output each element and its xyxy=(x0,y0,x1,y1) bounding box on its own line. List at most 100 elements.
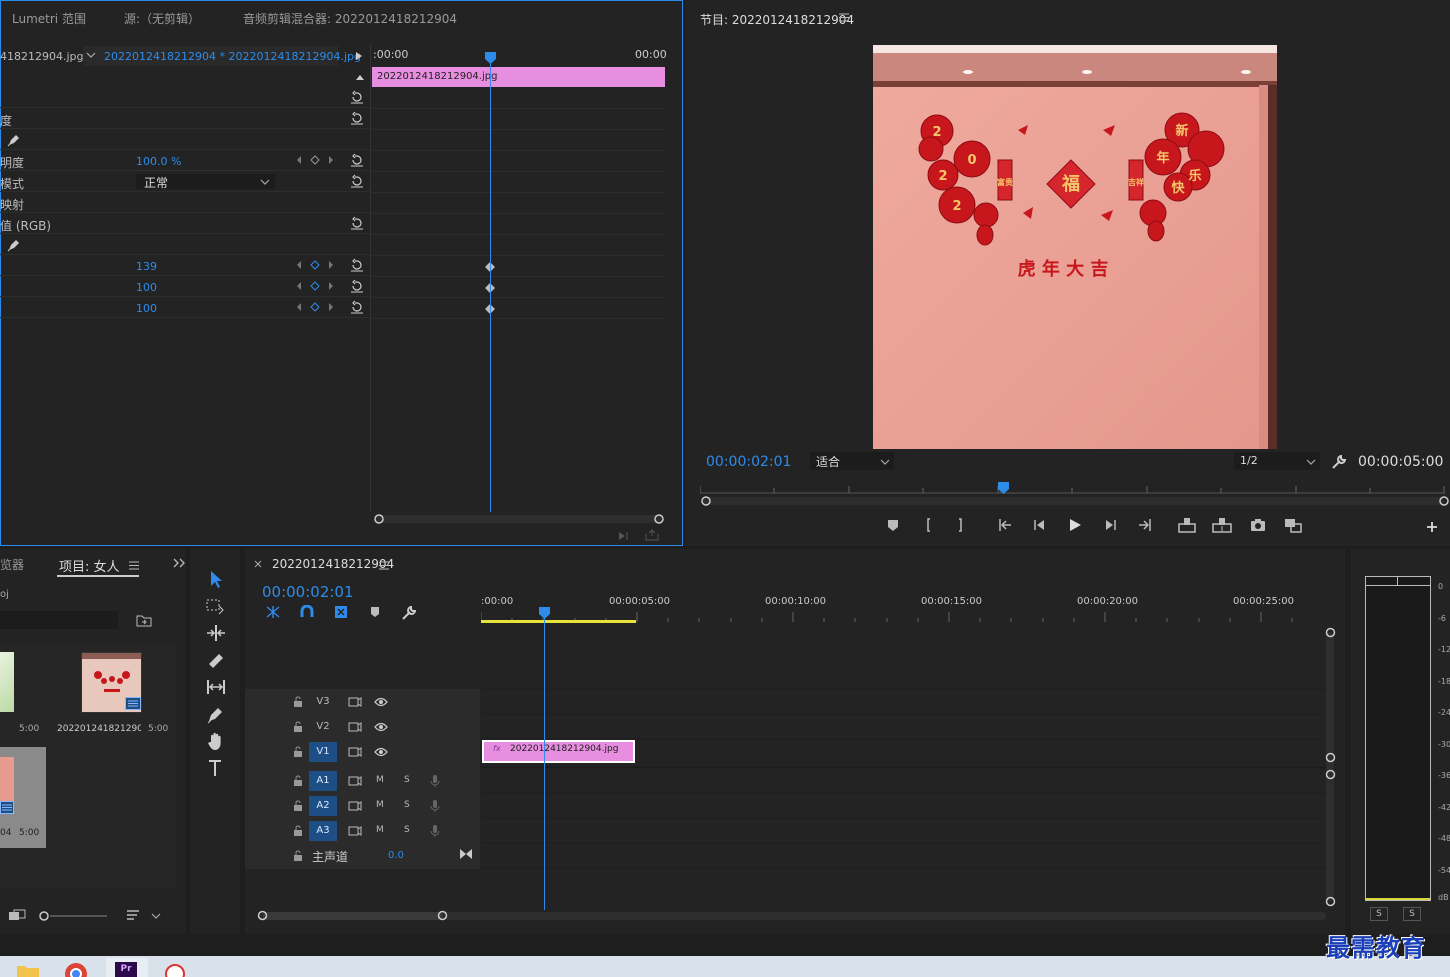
pen-icon[interactable] xyxy=(6,132,22,148)
reset-icon[interactable] xyxy=(350,153,364,167)
mute-button[interactable]: M xyxy=(376,775,384,785)
scroll-handle-icon[interactable] xyxy=(654,514,664,524)
resolution-dropdown[interactable]: 1/2 xyxy=(1234,452,1320,470)
wrench-icon[interactable] xyxy=(401,605,417,621)
zoom-slider-handle-icon[interactable] xyxy=(38,910,50,922)
keyframe-nav-icon[interactable] xyxy=(297,281,337,291)
panel-menu-icon[interactable] xyxy=(129,561,139,570)
go-to-end-icon[interactable] xyxy=(459,848,473,860)
sync-lock-icon[interactable] xyxy=(348,746,362,758)
type-tool-icon[interactable] xyxy=(204,757,228,779)
microphone-icon[interactable] xyxy=(430,774,440,788)
playhead-marker-icon[interactable] xyxy=(998,482,1009,494)
effect-zoom-scrollbar[interactable] xyxy=(376,515,662,523)
meter-solo-right[interactable]: S xyxy=(1403,907,1421,921)
value-b[interactable]: 100 xyxy=(136,302,157,315)
tab-lumetri-scopes[interactable]: Lumetri 范围 xyxy=(12,10,86,27)
track-label[interactable]: V3 xyxy=(309,692,337,712)
pen-tool-icon[interactable] xyxy=(204,703,228,725)
reset-icon[interactable] xyxy=(350,174,364,188)
playhead-marker-icon[interactable] xyxy=(539,607,550,619)
program-video-frame[interactable]: 2 0 2 2 新 年 乐 快 福 富贵 吉祥 虎 年 大 吉 xyxy=(873,45,1277,449)
add-marker-icon[interactable] xyxy=(883,516,903,534)
razor-tool-icon[interactable] xyxy=(204,649,228,671)
track-label[interactable]: A2 xyxy=(309,796,337,816)
reset-icon[interactable] xyxy=(350,300,364,314)
reset-icon[interactable] xyxy=(350,258,364,272)
tab-media-browser[interactable]: 览器 xyxy=(0,556,24,573)
lift-icon[interactable] xyxy=(1177,516,1197,534)
tab-audio-clip-mixer[interactable]: 音频剪辑混合器: 2022012418212904 xyxy=(243,10,457,27)
ripple-edit-tool-icon[interactable] xyxy=(204,622,228,644)
panel-menu-icon[interactable] xyxy=(839,13,849,22)
timeline-h-scroll-thumb[interactable] xyxy=(263,912,443,920)
program-scrollbar[interactable] xyxy=(704,497,1444,505)
overflow-chevron-icon[interactable] xyxy=(172,558,186,568)
sync-lock-icon[interactable] xyxy=(348,721,362,733)
meter-solo-left[interactable]: S xyxy=(1370,907,1388,921)
scroll-handle-icon[interactable] xyxy=(1325,896,1336,907)
value-r[interactable]: 139 xyxy=(136,260,157,273)
video-clip[interactable]: fx 2022012418212904.jpg xyxy=(482,740,635,763)
camera-icon[interactable] xyxy=(1248,516,1268,534)
go-to-in-icon[interactable] xyxy=(996,516,1016,534)
export-icon[interactable] xyxy=(645,529,659,541)
lock-icon[interactable] xyxy=(293,850,303,862)
step-forward-icon[interactable] xyxy=(1100,516,1120,534)
keyframe-nav-icon[interactable] xyxy=(297,302,337,312)
sync-lock-icon[interactable] xyxy=(348,825,362,837)
fit-dropdown[interactable]: 适合 xyxy=(810,452,894,470)
track-label[interactable]: V2 xyxy=(309,717,337,737)
lock-icon[interactable] xyxy=(293,721,303,733)
app-icon[interactable] xyxy=(163,962,187,977)
sort-icon[interactable] xyxy=(126,909,140,921)
linked-selection-icon[interactable] xyxy=(333,604,349,620)
blend-mode-dropdown[interactable]: 正常 xyxy=(136,174,275,190)
add-marker-icon[interactable] xyxy=(368,605,382,619)
scroll-handle-icon[interactable] xyxy=(1439,496,1449,506)
sync-lock-icon[interactable] xyxy=(348,696,362,708)
nest-icon[interactable] xyxy=(265,605,281,619)
lock-icon[interactable] xyxy=(293,696,303,708)
freeform-view-icon[interactable] xyxy=(8,909,26,921)
lock-icon[interactable] xyxy=(293,800,303,812)
reset-icon[interactable] xyxy=(350,90,364,104)
scroll-handle-icon[interactable] xyxy=(437,910,448,921)
chevron-down-icon[interactable] xyxy=(151,911,161,921)
close-icon[interactable] xyxy=(254,560,262,568)
scroll-handle-icon[interactable] xyxy=(1325,627,1336,638)
solo-button[interactable]: S xyxy=(404,775,410,785)
zoom-slider-track[interactable] xyxy=(50,915,107,917)
lock-icon[interactable] xyxy=(293,825,303,837)
eye-icon[interactable] xyxy=(374,747,388,757)
scroll-handle-icon[interactable] xyxy=(701,496,711,506)
scroll-handle-icon[interactable] xyxy=(374,514,384,524)
program-timecode[interactable]: 00:00:02:01 xyxy=(706,454,791,470)
wrench-icon[interactable] xyxy=(1331,454,1347,470)
go-to-out-icon[interactable] xyxy=(1134,516,1154,534)
timeline-title[interactable]: 2022012418212904 xyxy=(272,557,394,571)
value-g[interactable]: 100 xyxy=(136,281,157,294)
panel-menu-icon[interactable] xyxy=(379,561,389,570)
master-volume[interactable]: 0.0 xyxy=(388,850,404,861)
clip-name-right[interactable]: 2022012418212904 * 2022012418212904.jpg xyxy=(104,50,361,63)
project-title[interactable]: 项目: 女人 xyxy=(59,556,120,575)
mute-button[interactable]: M xyxy=(376,800,384,810)
lock-icon[interactable] xyxy=(293,746,303,758)
hand-tool-icon[interactable] xyxy=(204,730,228,752)
track-label[interactable]: V1 xyxy=(309,742,337,762)
scroll-handle-icon[interactable] xyxy=(257,910,268,921)
play-audio-icon[interactable] xyxy=(618,530,632,542)
eye-icon[interactable] xyxy=(374,697,388,707)
premiere-icon[interactable]: Pr xyxy=(115,962,137,977)
microphone-icon[interactable] xyxy=(430,824,440,838)
snap-icon[interactable] xyxy=(299,605,315,619)
selection-tool-icon[interactable] xyxy=(204,568,228,590)
new-bin-icon[interactable] xyxy=(136,613,152,627)
reset-icon[interactable] xyxy=(350,216,364,230)
collapse-up-icon[interactable] xyxy=(356,73,364,81)
eye-icon[interactable] xyxy=(374,722,388,732)
project-item-thumb[interactable] xyxy=(0,652,14,712)
reset-icon[interactable] xyxy=(350,111,364,125)
solo-button[interactable]: S xyxy=(404,825,410,835)
